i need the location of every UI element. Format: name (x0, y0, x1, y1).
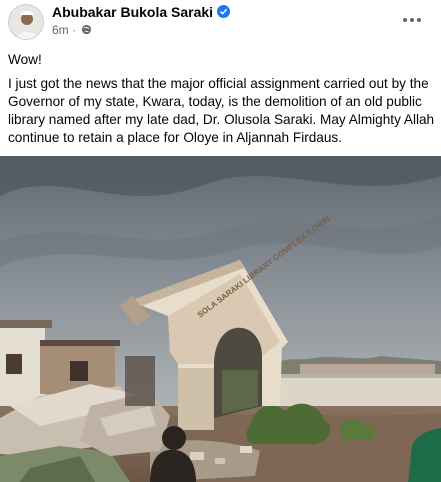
author-link[interactable]: Abubakar Bukola Saraki (52, 4, 231, 20)
post-body: I just got the news that the major offic… (8, 76, 435, 145)
avatar-image (9, 5, 43, 39)
avatar[interactable] (8, 4, 44, 40)
post-time[interactable]: 6m (52, 23, 69, 37)
demolition-scene: SOLA SARAKI LIBRARY COMPLEX ILORIN (0, 156, 441, 482)
author-name[interactable]: Abubakar Bukola Saraki (52, 4, 213, 20)
more-options-icon[interactable] (403, 12, 423, 28)
post-text: Wow! I just got the news that the major … (8, 51, 438, 147)
post-photo[interactable]: SOLA SARAKI LIBRARY COMPLEX ILORIN (0, 156, 441, 482)
globe-icon[interactable] (81, 24, 92, 35)
verified-badge-icon (217, 5, 231, 18)
post-meta: 6m · (52, 23, 92, 37)
post-line-1: Wow! (8, 52, 42, 67)
post-header: Abubakar Bukola Saraki 6m · (0, 0, 441, 44)
meta-separator: · (72, 23, 77, 37)
